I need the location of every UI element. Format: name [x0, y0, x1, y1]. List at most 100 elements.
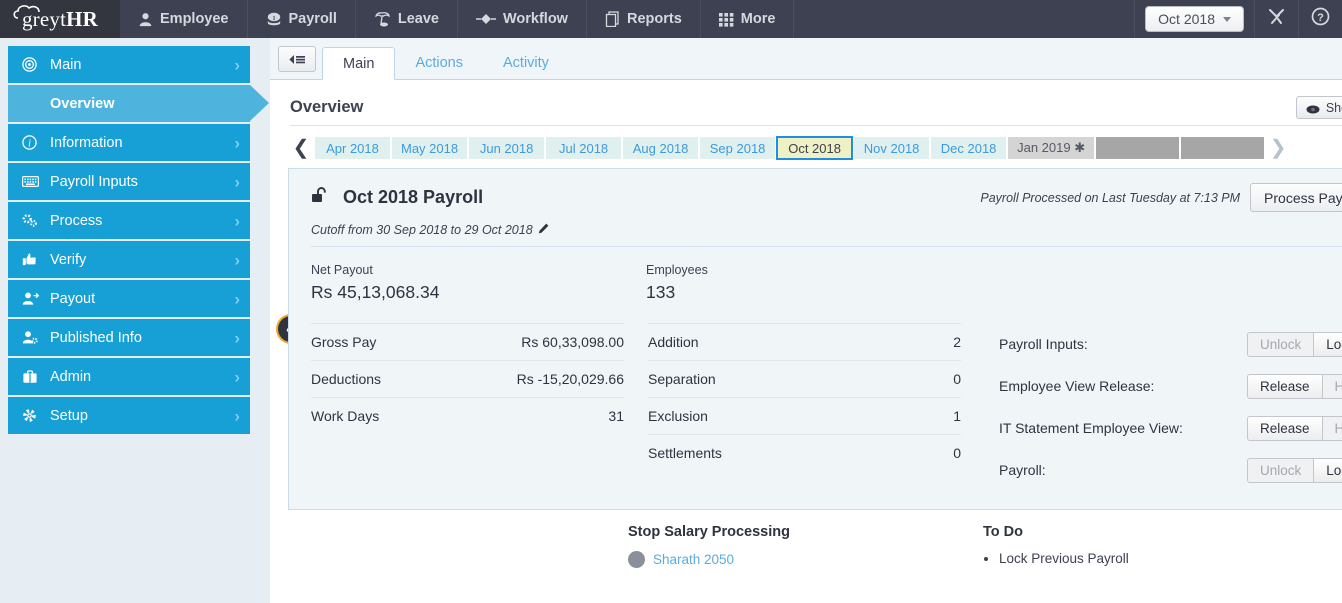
payroll-lock-button[interactable]: Lock — [1313, 458, 1342, 483]
sidebar-item-main[interactable]: Main › — [8, 46, 250, 83]
user-icon — [138, 12, 153, 27]
user-gear-icon — [22, 330, 46, 345]
payroll-inputs-lock-button[interactable]: Lock — [1313, 332, 1342, 357]
eye-icon — [1306, 103, 1320, 112]
sidebar-item-label: Verify — [50, 252, 86, 268]
show-help-button[interactable]: Show Help — [1296, 96, 1342, 119]
summary-label: Employees — [646, 263, 981, 277]
month-chip-jan-2019[interactable]: Jan 2019 ✱ — [1007, 136, 1095, 160]
summary-label: Net Payout — [311, 263, 646, 277]
period-selector[interactable]: Oct 2018 — [1145, 6, 1244, 32]
table-row: Work Days 31 — [311, 397, 624, 434]
sidebar-item-admin[interactable]: Admin › — [8, 358, 250, 395]
nav-item-label: Leave — [398, 11, 439, 27]
month-chip-jun-2018[interactable]: Jun 2018 — [468, 136, 545, 160]
tools-button[interactable] — [1254, 0, 1298, 38]
sidebar-item-overview[interactable]: Overview — [8, 85, 250, 122]
sidebar-item-verify[interactable]: Verify › — [8, 241, 250, 278]
payroll-counts-table: Addition 2 Separation 0 Exclusion 1 Se — [648, 323, 961, 491]
sidebar-item-label: Process — [50, 213, 102, 229]
employee-view-release-button[interactable]: Release — [1247, 374, 1322, 399]
list-item[interactable]: Sharath 2050 — [628, 551, 983, 568]
tab-actions[interactable]: Actions — [395, 46, 483, 79]
toggle-label: Payroll: — [999, 462, 1247, 478]
month-chip-aug-2018[interactable]: Aug 2018 — [622, 136, 699, 160]
palm-tree-icon — [374, 11, 391, 27]
sidebar-item-published-info[interactable]: Published Info › — [8, 319, 250, 356]
collapse-sidebar-button[interactable] — [278, 46, 316, 72]
documents-icon — [605, 11, 620, 27]
grid-icon — [719, 12, 734, 27]
nav-item-payroll[interactable]: 1 Payroll — [248, 0, 356, 38]
process-payroll-label: Process Payroll — [1264, 190, 1342, 206]
nav-item-employee[interactable]: Employee — [120, 0, 248, 38]
month-chip-dec-2018[interactable]: Dec 2018 — [930, 136, 1007, 160]
month-chip-sep-2018[interactable]: Sep 2018 — [699, 136, 776, 160]
month-next-arrow[interactable]: ❯ — [1265, 138, 1291, 158]
coins-icon: 1 — [266, 12, 282, 27]
gear-icon — [22, 408, 46, 423]
sidebar-item-label: Published Info — [50, 330, 142, 346]
chevron-right-icon: › — [234, 251, 240, 268]
avatar-icon — [628, 551, 645, 568]
tools-icon — [1268, 8, 1285, 30]
chevron-right-icon: › — [234, 407, 240, 424]
nav-item-reports[interactable]: Reports — [587, 0, 701, 38]
payroll-inputs-unlock-button[interactable]: Unlock — [1247, 332, 1313, 357]
payroll-card-header: Oct 2018 Payroll Payroll Processed on La… — [311, 183, 1342, 212]
month-chip-may-2018[interactable]: May 2018 — [391, 136, 468, 160]
toggle-row-payroll: Payroll: Unlock Lock — [999, 449, 1342, 491]
page-title: Overview — [290, 98, 363, 117]
todo-title: To Do — [983, 524, 1338, 540]
chevron-right-icon: › — [234, 212, 240, 229]
table-row: Addition 2 — [648, 323, 961, 360]
info-icon: i — [22, 135, 46, 150]
month-chip-oct-2018[interactable]: Oct 2018 — [776, 136, 853, 160]
month-prev-arrow[interactable]: ❮ — [288, 138, 314, 158]
open-padlock-icon[interactable] — [311, 186, 331, 209]
sidebar-item-label: Information — [50, 135, 123, 151]
cutoff-text: Cutoff from 30 Sep 2018 to 29 Oct 2018 — [311, 223, 533, 237]
stop-salary-panel: Stop Salary Processing Sharath 2050 — [628, 524, 983, 568]
sidebar-item-process[interactable]: Process › — [8, 202, 250, 239]
row-value: 1 — [953, 408, 961, 424]
card-divider — [311, 246, 1342, 247]
list-item[interactable]: Lock Previous Payroll — [999, 551, 1338, 566]
it-statement-hold-button[interactable]: Hold — [1322, 416, 1342, 441]
sidebar-item-label: Main — [50, 57, 81, 73]
row-label: Exclusion — [648, 408, 708, 424]
payroll-card-wrapper: ❮ ❯ Oct 2018 Payroll Payroll Processed o… — [288, 168, 1342, 510]
sidebar: Main › Overview i Information › Payroll … — [0, 38, 270, 603]
svg-text:?: ? — [1317, 12, 1324, 24]
row-label: Deductions — [311, 371, 381, 387]
summary-value: 133 — [646, 282, 981, 303]
month-chip-placeholder-1 — [1095, 136, 1180, 160]
sidebar-item-payroll-inputs[interactable]: Payroll Inputs › — [8, 163, 250, 200]
month-chip-jul-2018[interactable]: Jul 2018 — [545, 136, 622, 160]
employee-view-hold-button[interactable]: Hold — [1322, 374, 1342, 399]
pencil-icon[interactable] — [538, 223, 549, 237]
sidebar-item-setup[interactable]: Setup › — [8, 397, 250, 434]
tab-label: Actions — [415, 55, 463, 71]
help-button[interactable]: ? — [1298, 0, 1342, 38]
tab-activity[interactable]: Activity — [483, 46, 569, 79]
sidebar-item-information[interactable]: i Information › — [8, 124, 250, 161]
brand-logo[interactable]: greytHR — [0, 0, 120, 38]
target-icon — [22, 57, 46, 72]
nav-item-workflow[interactable]: Workflow — [458, 0, 587, 38]
nav-item-more[interactable]: More — [701, 0, 795, 38]
summary-value: Rs 45,13,068.34 — [311, 282, 646, 303]
sidebar-item-payout[interactable]: Payout › — [8, 280, 250, 317]
stop-salary-title: Stop Salary Processing — [628, 524, 983, 540]
tab-main[interactable]: Main — [322, 47, 395, 80]
it-statement-release-button[interactable]: Release — [1247, 416, 1322, 441]
segmented-control: Release Hold — [1247, 374, 1342, 399]
table-row: Settlements 0 — [648, 434, 961, 471]
month-chip-nov-2018[interactable]: Nov 2018 — [853, 136, 930, 160]
brand-text-bold: HR — [66, 7, 98, 31]
chevron-right-icon: › — [234, 290, 240, 307]
process-payroll-button[interactable]: Process Payroll — [1250, 183, 1342, 212]
nav-item-leave[interactable]: Leave — [356, 0, 458, 38]
month-chip-apr-2018[interactable]: Apr 2018 — [314, 136, 391, 160]
payroll-unlock-button[interactable]: Unlock — [1247, 458, 1313, 483]
